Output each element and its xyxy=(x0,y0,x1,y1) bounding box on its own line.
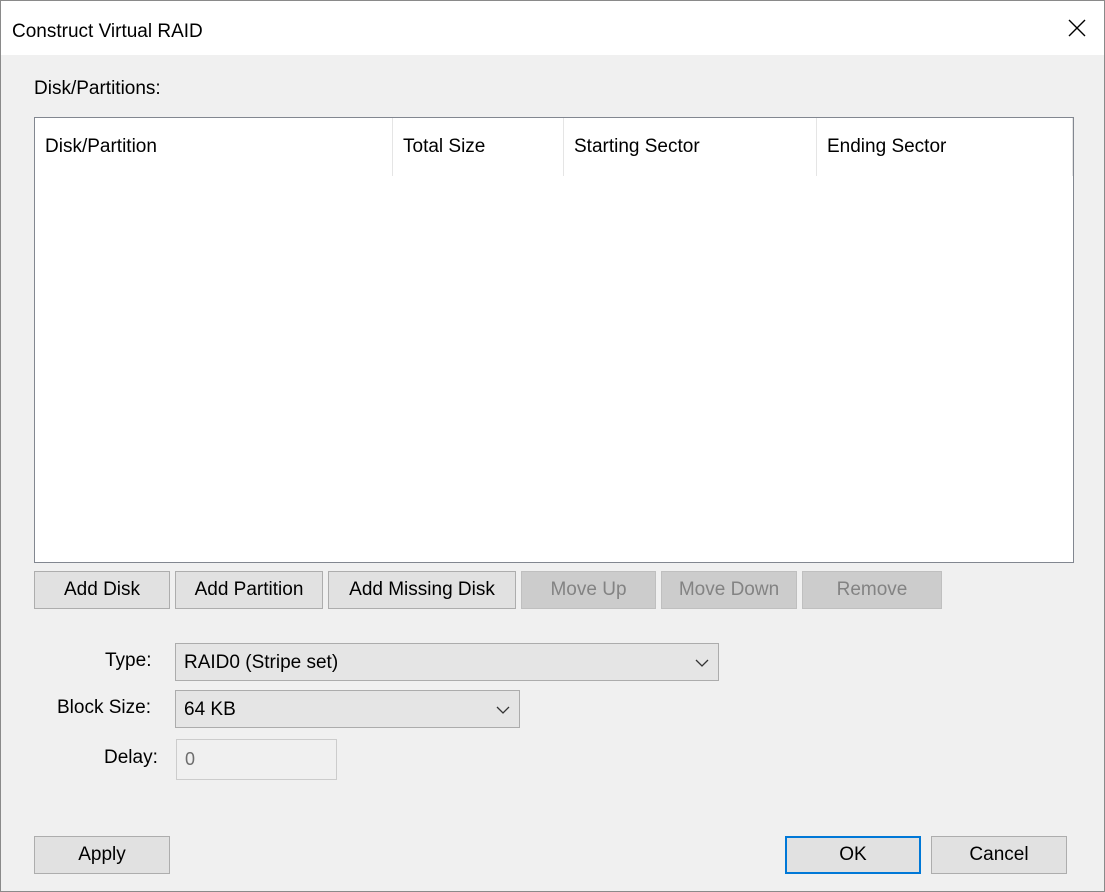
move-up-button[interactable]: Move Up xyxy=(521,571,656,609)
add-missing-disk-button[interactable]: Add Missing Disk xyxy=(328,571,516,609)
type-label: Type: xyxy=(105,650,152,671)
type-select-value: RAID0 (Stripe set) xyxy=(184,652,339,673)
column-header-starting-sector[interactable]: Starting Sector xyxy=(564,118,817,176)
cancel-button[interactable]: Cancel xyxy=(931,836,1067,874)
chevron-down-icon xyxy=(496,706,510,714)
delay-field-value: 0 xyxy=(185,749,196,769)
delay-label: Delay: xyxy=(104,747,158,768)
column-header-ending-sector[interactable]: Ending Sector xyxy=(817,118,1073,176)
column-header-total-size[interactable]: Total Size xyxy=(393,118,564,176)
delay-field[interactable]: 0 xyxy=(176,739,337,780)
add-partition-button[interactable]: Add Partition xyxy=(175,571,323,609)
block-size-select-value: 64 KB xyxy=(184,699,236,720)
disk-partition-list[interactable]: Disk/Partition Total Size Starting Secto… xyxy=(34,117,1074,563)
construct-virtual-raid-dialog: Construct Virtual RAID Disk/Partitions: … xyxy=(0,0,1105,892)
remove-button[interactable]: Remove xyxy=(802,571,942,609)
block-size-label: Block Size: xyxy=(57,697,151,718)
dialog-title: Construct Virtual RAID xyxy=(12,21,203,42)
apply-button[interactable]: Apply xyxy=(34,836,170,874)
title-bar: Construct Virtual RAID xyxy=(1,1,1104,55)
close-button[interactable] xyxy=(1050,1,1104,55)
column-header-disk-partition[interactable]: Disk/Partition xyxy=(35,118,393,176)
ok-button[interactable]: OK xyxy=(785,836,921,874)
move-down-button[interactable]: Move Down xyxy=(661,571,797,609)
chevron-down-icon xyxy=(695,659,709,667)
type-select[interactable]: RAID0 (Stripe set) xyxy=(175,643,719,681)
block-size-select[interactable]: 64 KB xyxy=(175,690,520,728)
close-icon xyxy=(1068,19,1086,37)
add-disk-button[interactable]: Add Disk xyxy=(34,571,170,609)
list-header: Disk/Partition Total Size Starting Secto… xyxy=(35,118,1073,176)
disk-partitions-label: Disk/Partitions: xyxy=(34,78,161,99)
